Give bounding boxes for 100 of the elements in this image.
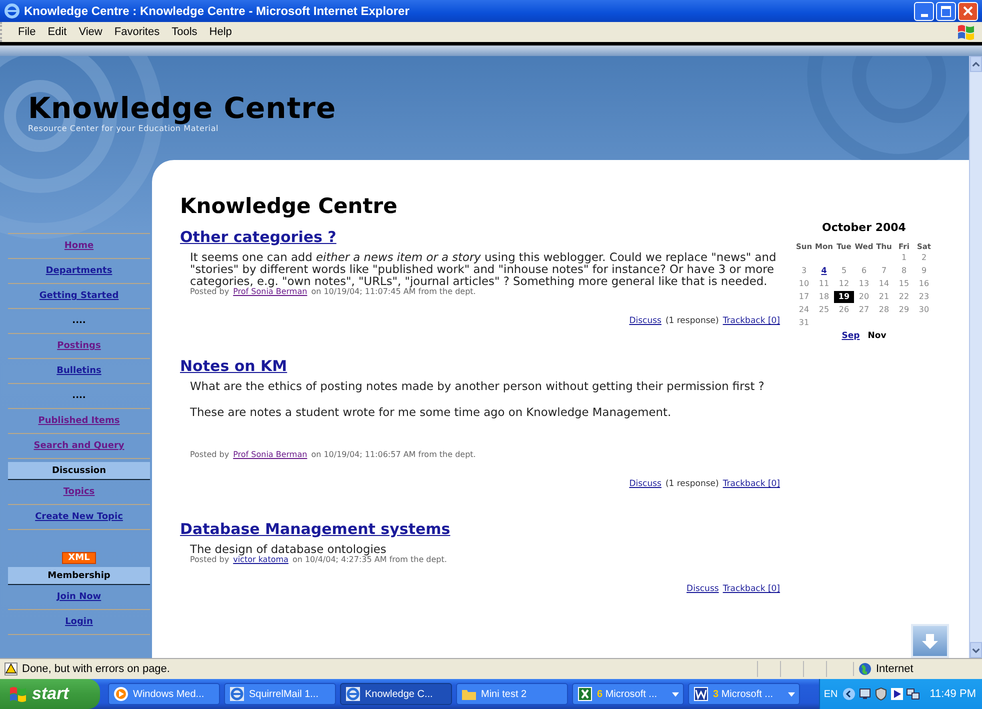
post-text: It seems one can add either a news item or a story using this weblogger. Could we replace "news" and "stories" by different words like "published work" and "inhouse notes" for instance? Or have 3 or more categories, e.g. "own notes", "URLs", "journal articles" ? Something more general like that is needed. (190, 251, 778, 287)
posted-by-label: Posted by (190, 555, 230, 564)
nav-link[interactable]: Create New Topic (35, 512, 123, 522)
chevron-icon[interactable] (842, 687, 856, 701)
browser-icon (4, 3, 20, 19)
discuss-link[interactable]: Discuss (629, 316, 662, 326)
scroll-up-button[interactable] (970, 56, 982, 72)
calendar-day: 1 (894, 252, 914, 264)
maximize-button[interactable] (936, 2, 956, 20)
discuss-link[interactable]: Discuss (686, 584, 719, 594)
nav-link[interactable]: Join Now (56, 592, 102, 602)
flag-logo-icon (8, 685, 28, 703)
status-message: Done, but with errors on page. (22, 663, 171, 675)
trackback-link[interactable]: Trackback [0] (722, 316, 780, 326)
calendar-day: 18 (814, 291, 834, 303)
taskbar-button[interactable]: SquirrelMail 1... (224, 683, 336, 705)
post-title-link[interactable]: Database Management systems (180, 520, 450, 538)
post-text: What are the ethics of posting notes made by another person without getting their permission first ? (190, 380, 766, 392)
calendar-day: 19 (834, 291, 854, 303)
task-label: Windows Med... (133, 688, 206, 700)
warning-icon (4, 662, 18, 676)
taskbar-button[interactable]: Knowledge C... (340, 683, 452, 705)
menu-item[interactable]: Edit (42, 26, 73, 38)
task-label: Mini test 2 (481, 688, 528, 700)
posted-by-label: Posted by (190, 450, 230, 459)
next-month-label: Nov (868, 331, 886, 341)
menu-item[interactable]: View (72, 26, 108, 38)
discuss-link[interactable]: Discuss (629, 479, 662, 489)
separator-dots: .... (72, 316, 86, 326)
menu-item[interactable]: Favorites (108, 26, 166, 38)
nav-link[interactable]: Getting Started (39, 291, 119, 301)
document-icon (693, 686, 709, 702)
calendar-day: 22 (894, 291, 914, 303)
menu-item[interactable]: Help (203, 26, 238, 38)
monitor-icon[interactable] (858, 687, 872, 701)
previous-month-link[interactable]: Sep (842, 331, 860, 341)
calendar-day: 15 (894, 278, 914, 290)
globe-icon (858, 662, 872, 676)
task-label: 3 Microsoft ... (713, 688, 774, 700)
calendar-day: 7 (874, 265, 894, 277)
author-link[interactable]: victor katoma (233, 555, 288, 564)
calendar-day: 30 (914, 304, 934, 316)
section-heading: Discussion (8, 462, 150, 480)
calendar-day: 26 (834, 304, 854, 316)
taskbar-button[interactable]: 3 Microsoft ... (688, 683, 800, 705)
calendar-day: 31 (794, 317, 814, 329)
calendar-day: 12 (834, 278, 854, 290)
calendar-day: 9 (914, 265, 934, 277)
menu-item[interactable]: Tools (166, 26, 204, 38)
nav-link[interactable]: Departments (46, 266, 112, 276)
flag-logo-icon (956, 23, 976, 41)
calendar-day: 23 (914, 291, 934, 303)
calendar-day: 27 (854, 304, 874, 316)
site-tagline: Resource Center for your Education Material (28, 124, 220, 133)
close-button[interactable] (958, 2, 978, 20)
page-heading: Knowledge Centre (180, 194, 398, 218)
section-heading: Membership (8, 567, 150, 585)
calendar-day: 25 (814, 304, 834, 316)
separator-dots: .... (72, 391, 86, 401)
calendar-day: 6 (854, 265, 874, 277)
close-icon (963, 6, 973, 16)
taskbar-button[interactable]: Windows Med... (108, 683, 220, 705)
arrow-down-icon (920, 631, 940, 651)
shield-icon[interactable] (874, 687, 888, 701)
calendar-day-link[interactable]: 4 (814, 265, 834, 277)
window-title: Knowledge Centre : Knowledge Centre - Microsoft Internet Explorer (24, 4, 410, 18)
calendar-day: 29 (894, 304, 914, 316)
post-date: on 10/19/04; 11:06:57 AM from the dept. (311, 450, 476, 459)
task-label: Knowledge C... (365, 688, 434, 700)
start-button[interactable]: start (0, 679, 100, 709)
author-link[interactable]: Prof Sonia Berman (233, 287, 308, 296)
post-title-link[interactable]: Notes on KM (180, 357, 288, 375)
taskbar-button[interactable]: 6 Microsoft ... (572, 683, 684, 705)
calendar-title: October 2004 (821, 221, 907, 234)
play-icon[interactable] (890, 687, 904, 701)
minimize-button[interactable] (914, 2, 934, 20)
nav-link[interactable]: Login (65, 617, 93, 627)
response-count: (1 response) (665, 316, 719, 326)
posted-by-label: Posted by (190, 287, 230, 296)
browser-icon (345, 686, 361, 702)
post-title-link[interactable]: Other categories ? (180, 228, 336, 246)
calendar-day: 5 (834, 265, 854, 277)
network-icon[interactable] (906, 687, 920, 701)
nav-link[interactable]: Bulletins (56, 366, 102, 376)
author-link[interactable]: Prof Sonia Berman (233, 450, 308, 459)
post-text: The design of database ontologies (190, 543, 388, 555)
menu-item[interactable]: File (12, 26, 42, 38)
trackback-link[interactable]: Trackback [0] (722, 584, 780, 594)
download-button[interactable] (911, 624, 949, 658)
taskbar-button[interactable]: Mini test 2 (456, 683, 568, 705)
calendar-day: 28 (874, 304, 894, 316)
post-text: These are notes a student wrote for me some time ago on Knowledge Management. (190, 406, 672, 418)
scrollbar[interactable] (969, 56, 982, 658)
response-count: (1 response) (665, 479, 719, 489)
calendar-day: 16 (914, 278, 934, 290)
calendar-day: 11 (814, 278, 834, 290)
calendar-day: 8 (894, 265, 914, 277)
calendar-day: 14 (874, 278, 894, 290)
scroll-down-button[interactable] (970, 642, 982, 658)
trackback-link[interactable]: Trackback [0] (722, 479, 780, 489)
